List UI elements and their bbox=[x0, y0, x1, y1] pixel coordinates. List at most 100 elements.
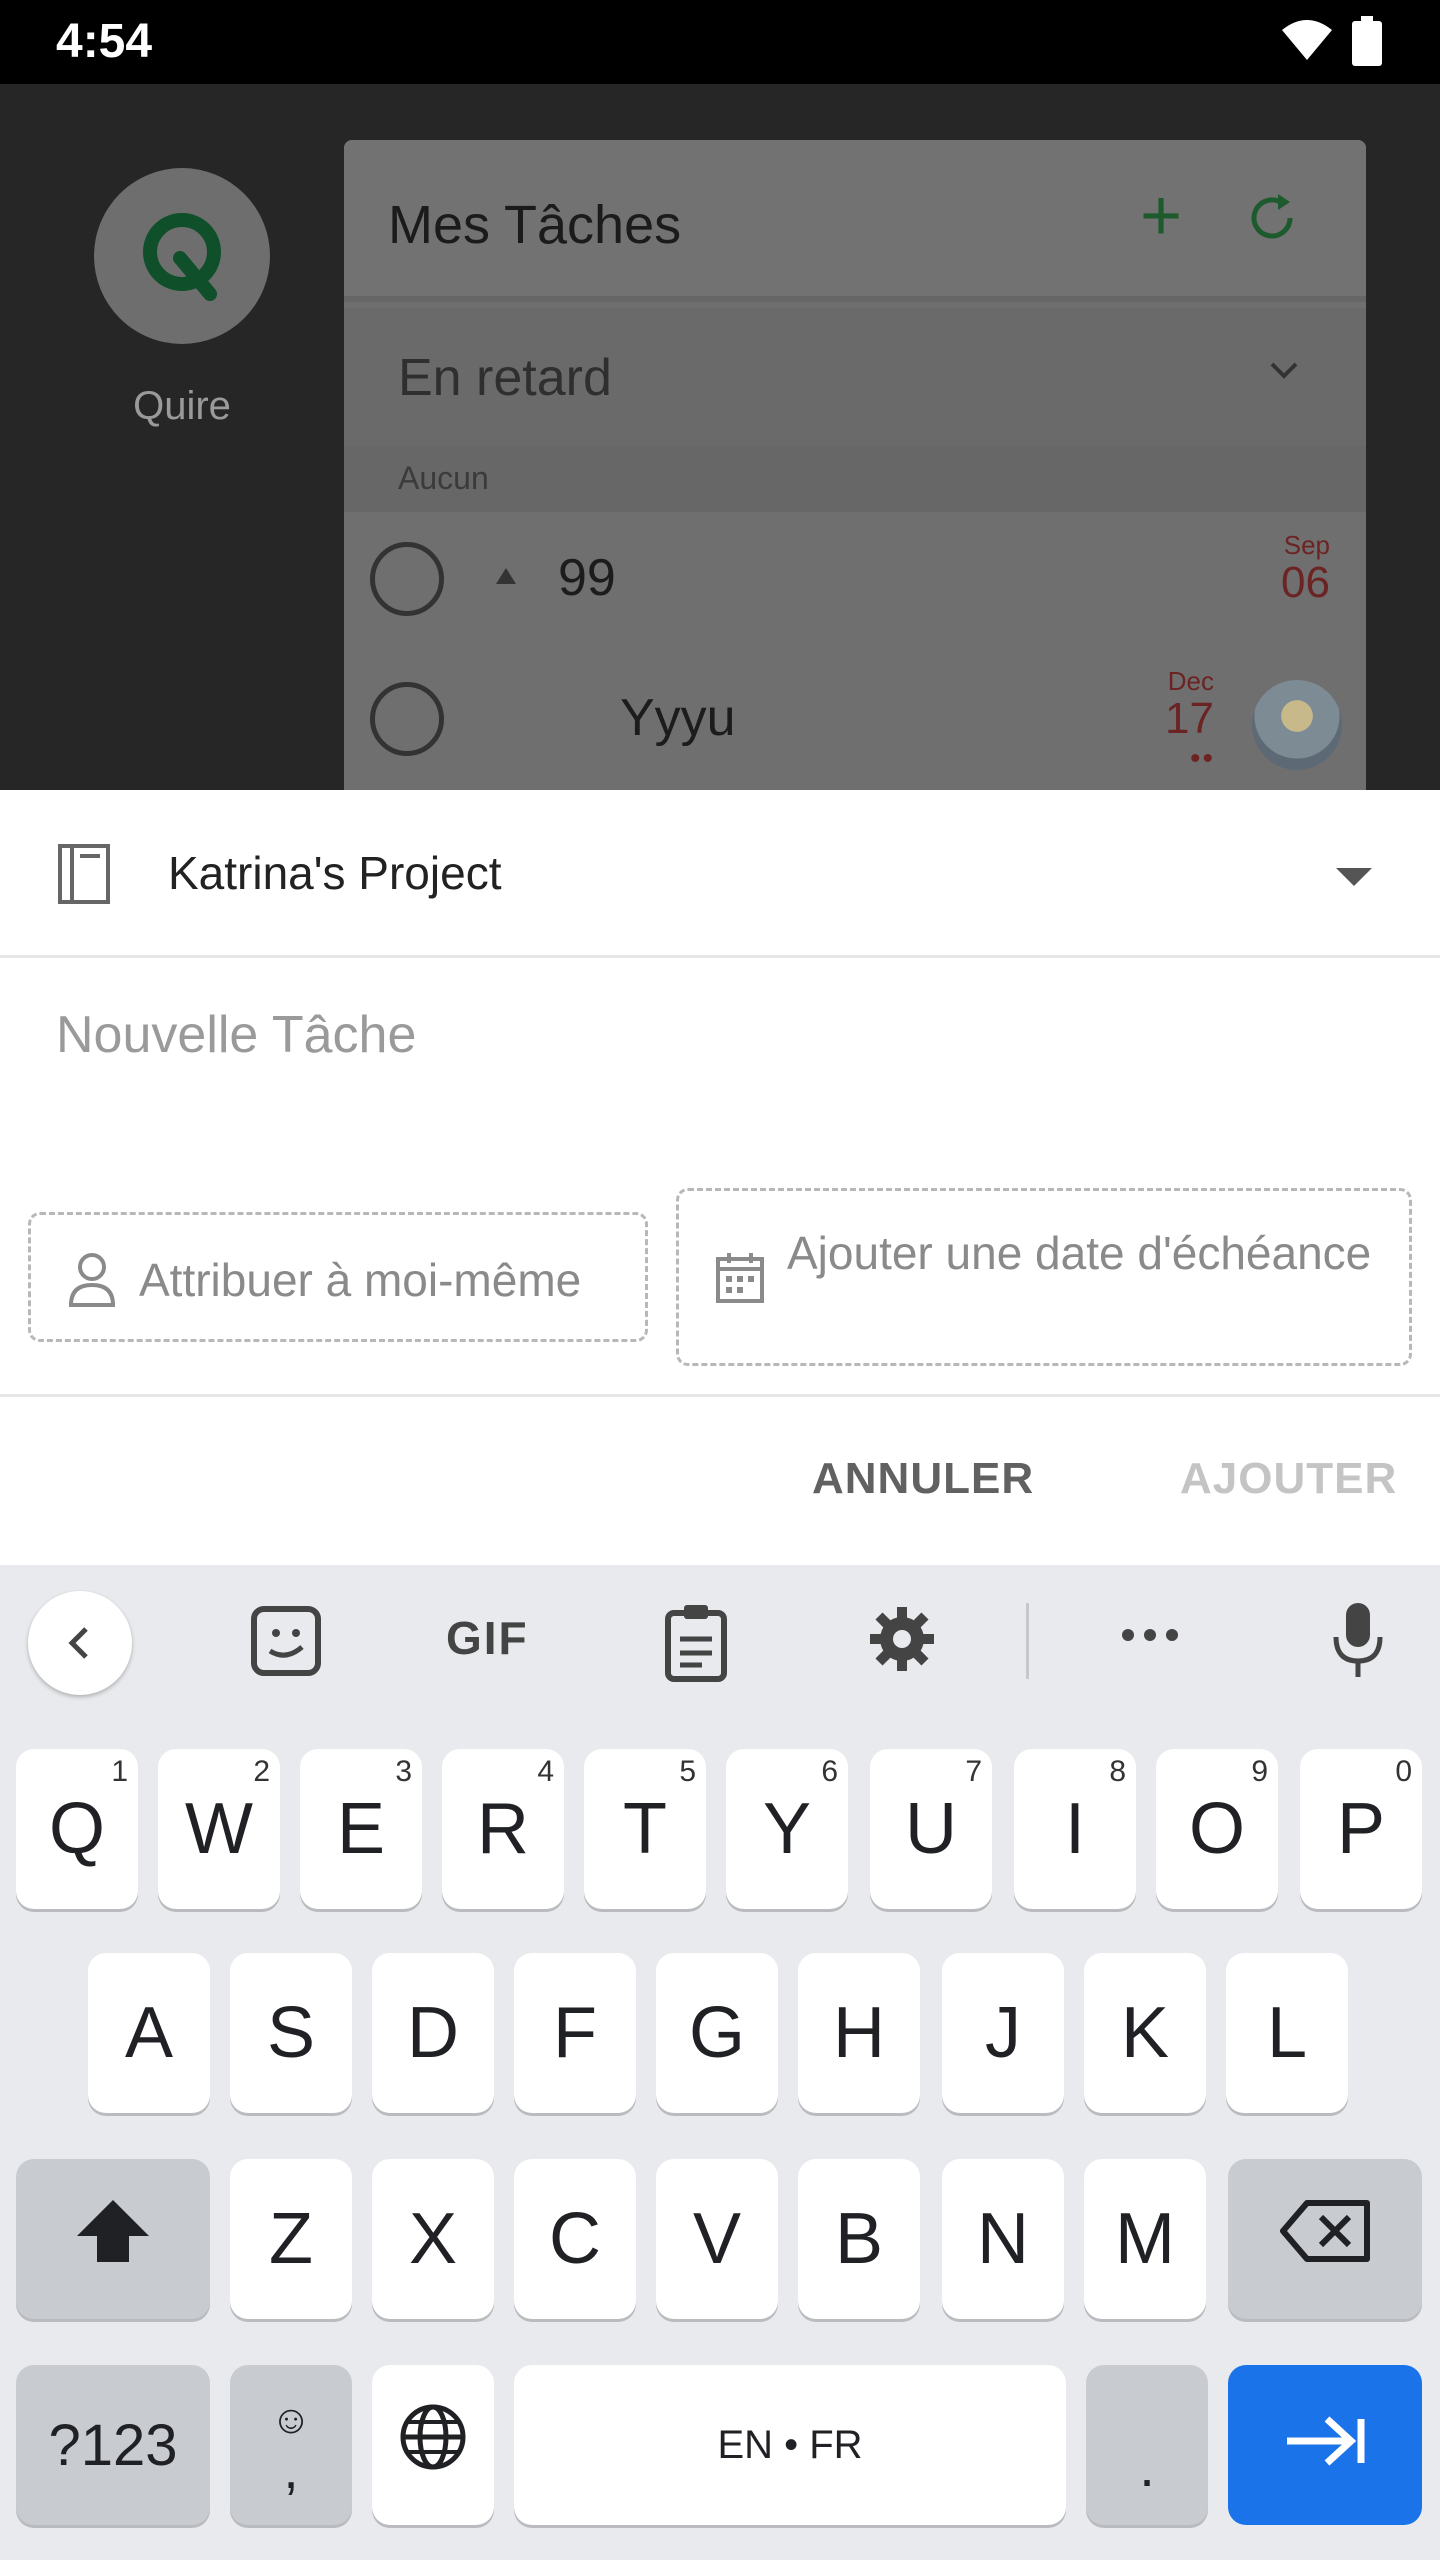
key-hint: 4 bbox=[537, 1755, 554, 1788]
panel-title: Mes Tâches bbox=[388, 195, 682, 255]
tasks-header: Mes Tâches + bbox=[344, 140, 1366, 302]
chevron-down-icon bbox=[1264, 356, 1304, 391]
emoji-comma-key[interactable]: ☺ , bbox=[230, 2365, 352, 2525]
language-key[interactable] bbox=[372, 2365, 494, 2525]
task-due-month: Dec bbox=[1167, 666, 1214, 696]
dropdown-caret-icon bbox=[1336, 868, 1372, 886]
add-task-icon[interactable]: + bbox=[1140, 180, 1182, 252]
person-icon bbox=[67, 1251, 117, 1318]
key-hint: 8 bbox=[1109, 1755, 1126, 1788]
due-date-label: Ajouter une date d'échéance bbox=[787, 1227, 1372, 1279]
key-x[interactable]: X bbox=[372, 2159, 494, 2319]
key-h[interactable]: H bbox=[798, 1953, 920, 2113]
key-r[interactable]: R4 bbox=[442, 1749, 564, 1909]
gif-button[interactable]: GIF bbox=[446, 1611, 529, 1665]
symbols-key[interactable]: ?123 bbox=[16, 2365, 210, 2525]
avatar bbox=[1252, 680, 1342, 770]
key-a[interactable]: A bbox=[88, 1953, 210, 2113]
project-selector[interactable]: Katrina's Project bbox=[0, 790, 1440, 958]
add-button[interactable]: AJOUTER bbox=[1180, 1454, 1397, 1504]
tab-arrow-icon bbox=[1283, 2404, 1367, 2486]
task-due-month: Sep bbox=[1283, 530, 1330, 560]
battery-icon bbox=[1352, 16, 1382, 71]
key-b[interactable]: B bbox=[798, 2159, 920, 2319]
task-row[interactable]: 99 Sep 06 bbox=[344, 512, 1366, 644]
tasks-panel: Mes Tâches + En retard Aucun 99 Sep 06 Y… bbox=[344, 140, 1366, 790]
add-due-date-button[interactable]: Ajouter une date d'échéance bbox=[676, 1188, 1412, 1366]
cancel-button[interactable]: ANNULER bbox=[812, 1454, 1034, 1504]
app-name-label: Quire bbox=[133, 384, 231, 428]
key-t[interactable]: T5 bbox=[584, 1749, 706, 1909]
gear-icon[interactable] bbox=[866, 1603, 938, 1680]
emoji-icon: ☺ bbox=[270, 2398, 312, 2442]
task-checkbox[interactable] bbox=[370, 542, 444, 616]
background-app: Quire Mes Tâches + En retard Aucun 99 Se… bbox=[0, 84, 1440, 790]
key-s[interactable]: S bbox=[230, 1953, 352, 2113]
key-o[interactable]: O9 bbox=[1156, 1749, 1278, 1909]
task-name: 99 bbox=[558, 549, 616, 607]
group-header: Aucun bbox=[344, 446, 1366, 512]
sticker-icon[interactable] bbox=[248, 1603, 324, 1684]
space-key[interactable]: EN • FR bbox=[514, 2365, 1066, 2525]
task-name-input[interactable] bbox=[56, 990, 1386, 1080]
key-i[interactable]: I8 bbox=[1014, 1749, 1136, 1909]
filter-dropdown[interactable]: En retard bbox=[344, 308, 1366, 446]
key-j[interactable]: J bbox=[942, 1953, 1064, 2113]
key-hint: 1 bbox=[111, 1755, 128, 1788]
key-e[interactable]: E3 bbox=[300, 1749, 422, 1909]
key-hint: 9 bbox=[1251, 1755, 1268, 1788]
key-d[interactable]: D bbox=[372, 1953, 494, 2113]
project-name: Katrina's Project bbox=[168, 847, 502, 899]
task-row[interactable]: Yyyu Dec 17 •• bbox=[344, 644, 1366, 776]
shift-arrow-icon bbox=[73, 2196, 153, 2283]
shift-key[interactable] bbox=[16, 2159, 210, 2319]
assign-to-me-button[interactable]: Attribuer à moi-même bbox=[28, 1212, 648, 1342]
key-hint: 3 bbox=[395, 1755, 412, 1788]
key-hint: 7 bbox=[965, 1755, 982, 1788]
key-u[interactable]: U7 bbox=[870, 1749, 992, 1909]
globe-icon bbox=[397, 2401, 469, 2490]
comma-label: , bbox=[283, 2440, 299, 2500]
key-m[interactable]: M bbox=[1084, 2159, 1206, 2319]
task-checkbox[interactable] bbox=[370, 682, 444, 756]
key-hint: 0 bbox=[1395, 1755, 1412, 1788]
backspace-icon bbox=[1279, 2198, 1371, 2280]
task-name: Yyyu bbox=[620, 689, 736, 747]
key-p[interactable]: P0 bbox=[1300, 1749, 1422, 1909]
refresh-icon[interactable] bbox=[1242, 188, 1302, 253]
key-l[interactable]: L bbox=[1226, 1953, 1348, 2113]
new-task-sheet: Katrina's Project Attribuer à moi-même A… bbox=[0, 790, 1440, 1565]
key-v[interactable]: V bbox=[656, 2159, 778, 2319]
clipboard-icon[interactable] bbox=[658, 1603, 734, 1688]
key-g[interactable]: G bbox=[656, 1953, 778, 2113]
project-book-icon bbox=[56, 842, 112, 911]
more-icon[interactable] bbox=[1118, 1625, 1182, 1650]
key-w[interactable]: W2 bbox=[158, 1749, 280, 1909]
key-n[interactable]: N bbox=[942, 2159, 1064, 2319]
task-due-day: 06 bbox=[1281, 558, 1330, 607]
period-key[interactable]: . bbox=[1086, 2365, 1208, 2525]
microphone-icon[interactable] bbox=[1330, 1601, 1386, 1686]
key-hint: 5 bbox=[679, 1755, 696, 1788]
back-chevron-icon[interactable] bbox=[28, 1591, 132, 1695]
group-label: Aucun bbox=[398, 460, 489, 496]
key-c[interactable]: C bbox=[514, 2159, 636, 2319]
quire-logo-icon[interactable] bbox=[94, 168, 270, 344]
key-z[interactable]: Z bbox=[230, 2159, 352, 2319]
wifi-icon bbox=[1280, 18, 1334, 67]
status-time: 4:54 bbox=[56, 15, 153, 68]
enter-key[interactable] bbox=[1228, 2365, 1422, 2525]
assign-label: Attribuer à moi-même bbox=[139, 1254, 582, 1306]
task-due-day: 17 bbox=[1165, 694, 1214, 743]
filter-label: En retard bbox=[398, 349, 612, 407]
key-y[interactable]: Y6 bbox=[726, 1749, 848, 1909]
backspace-key[interactable] bbox=[1228, 2159, 1422, 2319]
key-hint: 6 bbox=[821, 1755, 838, 1788]
key-k[interactable]: K bbox=[1084, 1953, 1206, 2113]
task-due-dots: •• bbox=[1190, 742, 1216, 775]
key-f[interactable]: F bbox=[514, 1953, 636, 2113]
calendar-icon bbox=[715, 1251, 765, 1316]
expand-triangle-icon[interactable] bbox=[496, 568, 516, 584]
key-q[interactable]: Q1 bbox=[16, 1749, 138, 1909]
key-hint: 2 bbox=[253, 1755, 270, 1788]
